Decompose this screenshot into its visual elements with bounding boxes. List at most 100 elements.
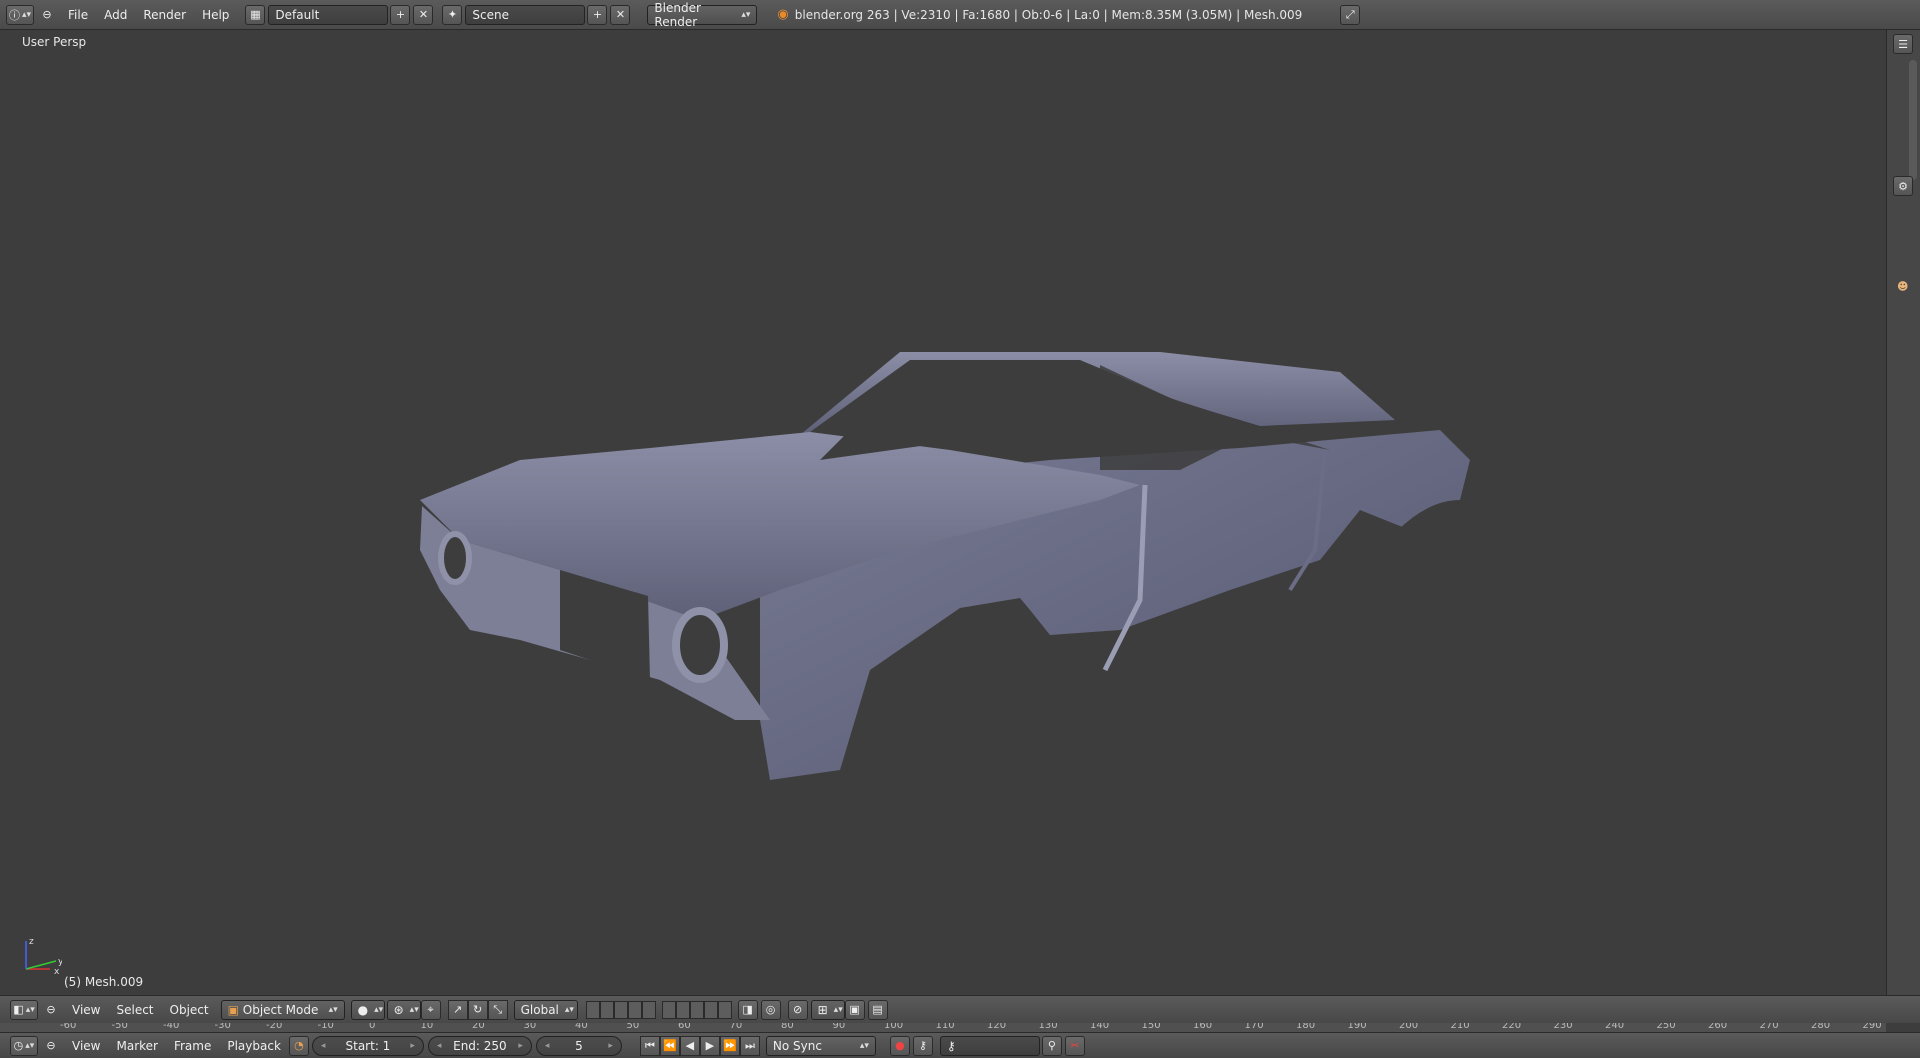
timeline-ruler: -60 -50 -40 -30 -20 -10 0 10 20 30 40 50 60 70 80 90 100… [0, 1023, 1886, 1032]
axis-gizmo: x y z [25, 937, 62, 975]
auto-keyframe-icon[interactable]: ● [889, 1035, 910, 1056]
add-layout-icon[interactable]: + [390, 4, 411, 25]
scene-icon[interactable]: ✦ [442, 4, 463, 25]
lock-layers-icon[interactable]: ◨ [737, 999, 758, 1020]
sync-label: No Sync [772, 1038, 822, 1053]
pivot-select[interactable]: ⊛ ▴▾ [386, 999, 421, 1020]
jump-end-icon[interactable]: ⏭ [739, 1035, 760, 1056]
ruler-tick: 80 [781, 1023, 794, 1031]
snap-element-select[interactable]: ⊞ ▴▾ [810, 999, 845, 1020]
ruler-tick: 90 [832, 1023, 846, 1031]
menu-view[interactable]: View [64, 1003, 108, 1017]
menu-select[interactable]: Select [108, 1003, 161, 1017]
orientation-label: Global [520, 1002, 559, 1017]
render-props-icon[interactable]: ☻ [1897, 280, 1908, 293]
sync-select[interactable]: No Sync ▴▾ [765, 1035, 876, 1056]
rotate-manipulator-icon[interactable]: ↻ [467, 999, 488, 1020]
remove-layout-icon[interactable]: ✕ [413, 4, 434, 25]
render-engine-select[interactable]: Blender Render ▴▾ [647, 1, 758, 29]
3d-viewport[interactable] [0, 30, 1886, 995]
scale-manipulator-icon[interactable]: ⤡ [487, 999, 508, 1020]
menu-frame[interactable]: Frame [166, 1039, 219, 1053]
screen-layout-icon[interactable]: ▦ [245, 4, 266, 25]
collapse-timeline-menus-toggle[interactable]: ⊖ [41, 1036, 61, 1056]
layout-field[interactable]: Default [268, 4, 389, 25]
ruler-tick: 70 [729, 1023, 743, 1031]
play-reverse-icon[interactable]: ◀ [679, 1035, 700, 1056]
remove-scene-icon[interactable]: ✕ [610, 4, 631, 25]
scene-field[interactable]: Scene [465, 4, 586, 25]
menu-timeline-view[interactable]: View [64, 1039, 108, 1053]
collapse-menus-toggle[interactable]: ⊖ [37, 5, 57, 25]
jump-keyframe-forward-icon[interactable]: ⏩ [719, 1035, 740, 1056]
ruler-tick: 290 [1862, 1023, 1882, 1031]
ruler-tick: 230 [1553, 1023, 1573, 1031]
axis-x-label: x [54, 967, 60, 975]
shading-select[interactable]: ● ▴▾ [350, 999, 385, 1020]
preview-range-icon[interactable]: ◔ [288, 1035, 309, 1056]
end-frame-field[interactable]: ◂ End: 250 ▸ [427, 1035, 532, 1056]
timeline-header: ◷ ▴▾ ⊖ View Marker Frame Playback ◔ ◂ Star… [0, 1032, 1920, 1058]
clock-icon: ◷ [13, 1039, 24, 1052]
translate-manipulator-icon[interactable]: ↗ [447, 999, 468, 1020]
ruler-tick: 160 [1193, 1023, 1213, 1031]
start-frame-field[interactable]: ◂ Start: 1 ▸ [311, 1035, 424, 1056]
ruler-tick: 200 [1399, 1023, 1419, 1031]
menu-file[interactable]: File [60, 8, 96, 22]
end-frame-label: End: 250 [453, 1038, 507, 1053]
headlight-right [672, 607, 728, 683]
menu-marker[interactable]: Marker [108, 1039, 165, 1053]
jump-keyframe-back-icon[interactable]: ⏪ [659, 1035, 680, 1056]
add-scene-icon[interactable]: + [587, 4, 608, 25]
editor-type-3d-button[interactable]: ◧ ▴▾ [10, 999, 38, 1020]
solid-shading-icon: ● [357, 1002, 369, 1017]
editor-type-timeline-button[interactable]: ◷ ▴▾ [10, 1035, 38, 1056]
snap-element-icon: ⊞ [817, 1002, 828, 1017]
fullscreen-icon[interactable]: ⤢ [1340, 4, 1361, 25]
menu-help[interactable]: Help [194, 8, 237, 22]
info-header: ⓘ ▴▾ ⊖ File Add Render Help ▦ Default + ✕… [0, 0, 1920, 30]
properties-icon[interactable]: ⚙ [1893, 176, 1913, 196]
snap-toggle-icon[interactable]: ⊘ [787, 999, 808, 1020]
ruler-tick: -20 [266, 1023, 283, 1031]
info-icon: ⓘ [8, 8, 20, 22]
play-icon[interactable]: ▶ [699, 1035, 720, 1056]
render-animation-icon[interactable]: ▤ [867, 999, 888, 1020]
start-frame-label: Start: 1 [345, 1038, 391, 1053]
layer-buttons-b[interactable] [661, 1000, 732, 1019]
axis-z-label: z [29, 937, 34, 947]
menu-render[interactable]: Render [135, 8, 194, 22]
ruler-tick: 20 [472, 1023, 485, 1031]
outliner-icon[interactable]: ☰ [1893, 34, 1913, 54]
render-preview-icon[interactable]: ▣ [844, 999, 865, 1020]
ruler-tick: 100 [884, 1023, 904, 1031]
editor-type-button[interactable]: ⓘ ▴▾ [6, 4, 34, 25]
jump-start-icon[interactable]: ⏮ [639, 1035, 660, 1056]
outliner-scrollbar[interactable] [1909, 60, 1917, 180]
mode-select[interactable]: ▣ Object Mode ▴▾ [220, 999, 345, 1020]
keying-set-field[interactable]: ⚷ [939, 1035, 1040, 1056]
ruler-tick: 190 [1347, 1023, 1367, 1031]
menu-add[interactable]: Add [96, 8, 135, 22]
orientation-select[interactable]: Global ▴▾ [513, 999, 578, 1020]
collapse-3d-menus-toggle[interactable]: ⊖ [41, 1000, 61, 1020]
keying-set-icon[interactable]: ⚷ [912, 1035, 933, 1056]
menu-playback[interactable]: Playback [219, 1039, 289, 1053]
active-object-label: (5) Mesh.009 [64, 975, 144, 989]
ruler-tick: 120 [987, 1023, 1007, 1031]
3d-view-icon: ◧ [13, 1003, 24, 1016]
ruler-tick: 60 [678, 1023, 691, 1031]
menu-object[interactable]: Object [162, 1003, 217, 1017]
delete-keyframe-icon[interactable]: ✂ [1064, 1035, 1085, 1056]
layer-buttons-a[interactable] [585, 1000, 656, 1019]
ruler-tick: 150 [1141, 1023, 1161, 1031]
ruler-tick: 130 [1038, 1023, 1058, 1031]
current-frame-field[interactable]: ◂ 5 ▸ [535, 1035, 622, 1056]
ruler-tick: 30 [523, 1023, 537, 1031]
manipulator-toggle-icon[interactable]: ⌖ [420, 999, 441, 1020]
ruler-tick: 50 [626, 1023, 640, 1031]
ruler-tick: 10 [420, 1023, 434, 1031]
proportional-edit-icon[interactable]: ◎ [760, 999, 781, 1020]
blender-logo-icon: ◉ [777, 7, 789, 22]
insert-keyframe-icon[interactable]: ⚲ [1041, 1035, 1062, 1056]
